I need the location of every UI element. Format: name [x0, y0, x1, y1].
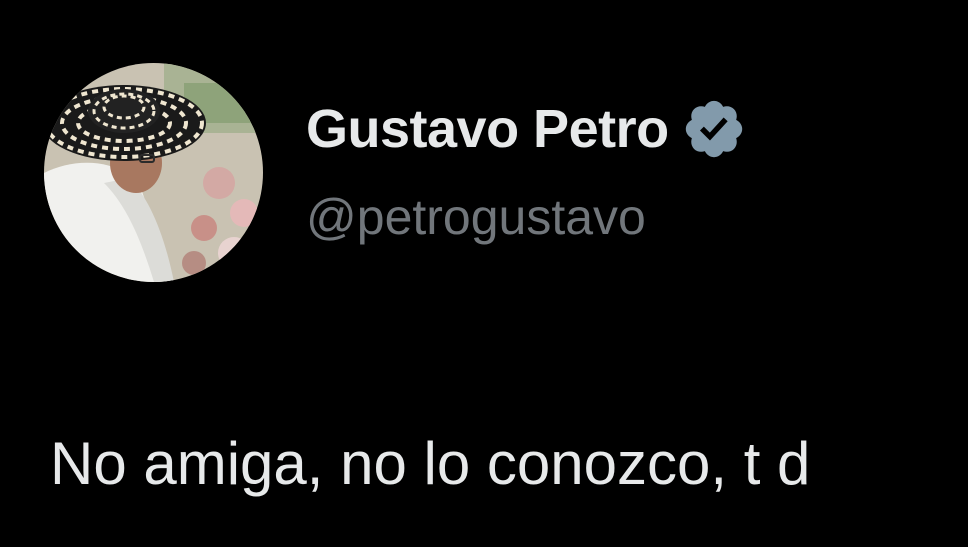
tweet-card: Gustavo Petro @petrogustavo No amiga, no… [0, 0, 968, 547]
display-name[interactable]: Gustavo Petro [306, 98, 669, 160]
avatar[interactable] [44, 63, 263, 282]
author-handle[interactable]: @petrogustavo [306, 188, 646, 246]
author-name-row: Gustavo Petro [306, 92, 747, 166]
tweet-text: No amiga, no lo conozco, t d [50, 430, 811, 497]
verified-badge-icon [681, 96, 747, 162]
profile-photo [44, 63, 263, 282]
